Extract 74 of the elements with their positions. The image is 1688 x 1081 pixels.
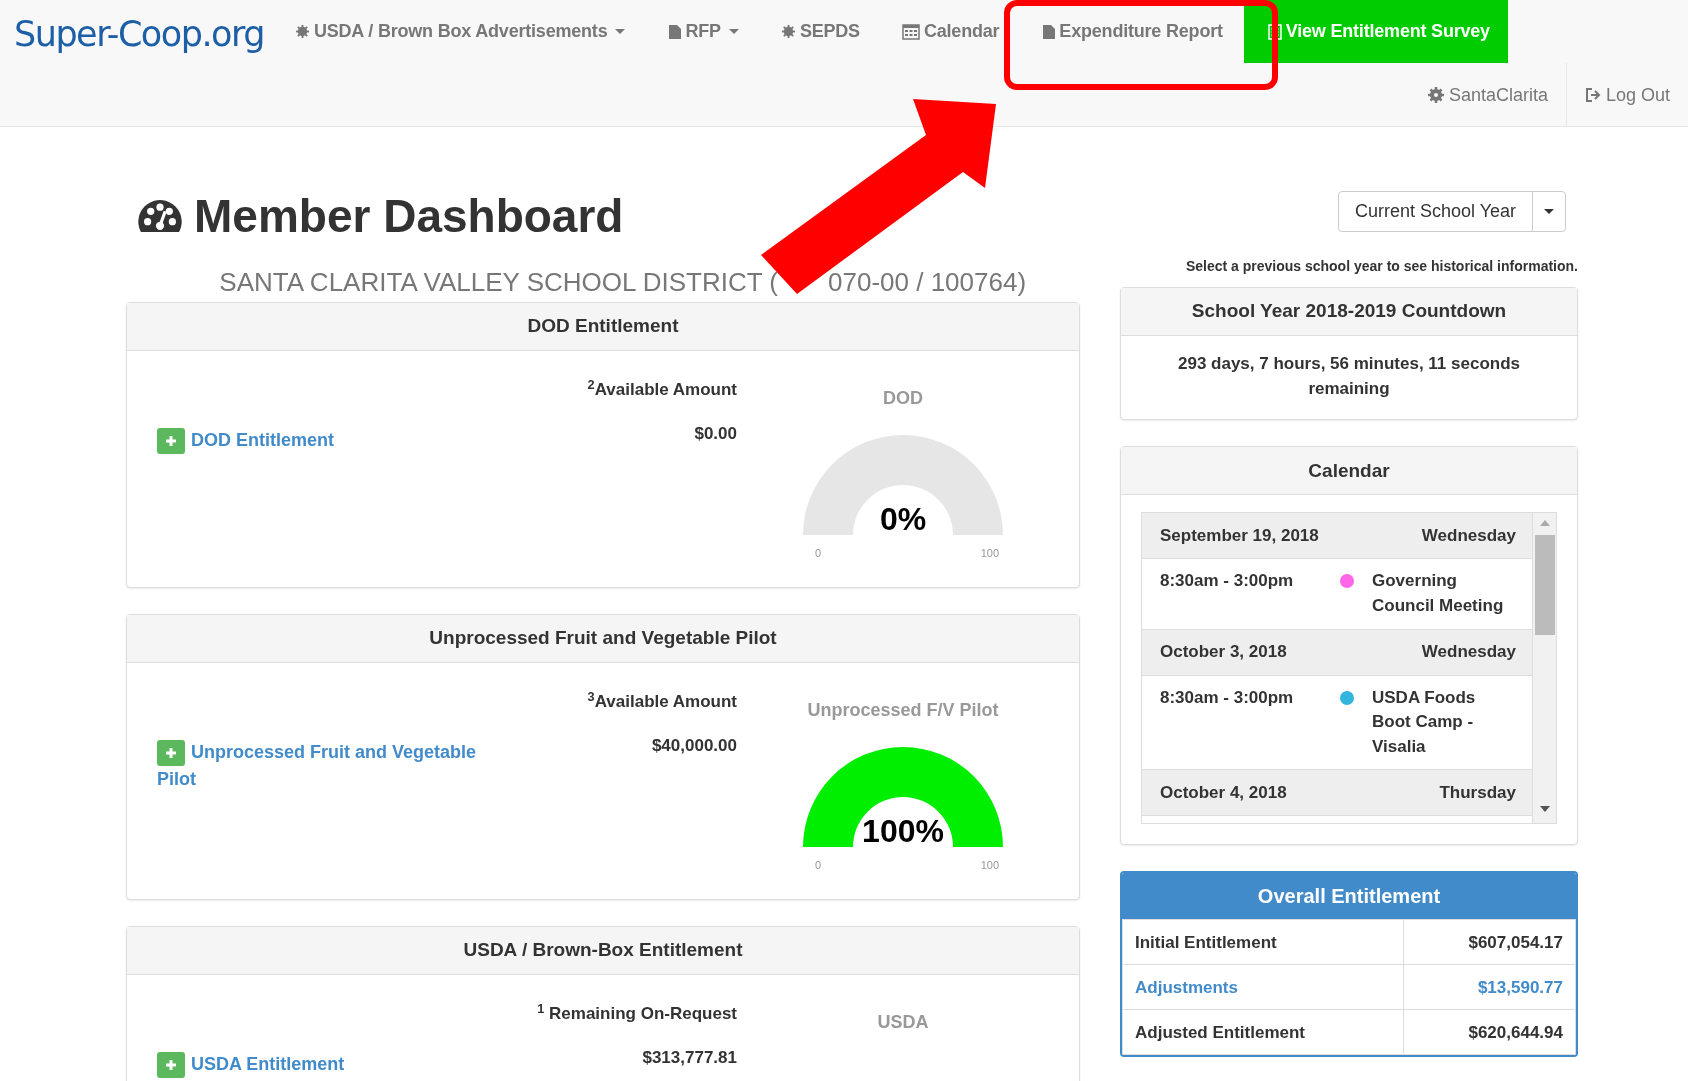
event-title: Governing Council Meeting: [1372, 570, 1505, 617]
badge-icon: [780, 24, 796, 39]
gauge-min: 0: [815, 545, 822, 561]
amount-value: $40,000.00: [651, 734, 737, 757]
panel-title: Unprocessed Fruit and Vegetable Pilot: [127, 615, 1079, 664]
scroll-down-icon: [1538, 805, 1551, 814]
hint-text: Select a previous school year to see historical information.: [1184, 257, 1578, 276]
amount-label: $^{2}$Available Amount: [587, 377, 737, 402]
day-date: October 4, 2018: [1160, 782, 1287, 805]
table-cell: Adjusted Entitlement: [1122, 1009, 1404, 1055]
day-weekday: Wednesday: [1421, 525, 1516, 548]
entitlement-link[interactable]: Unprocessed Fruit and Vegetable Pilot: [157, 739, 487, 793]
scroll-up-icon: [1538, 519, 1551, 528]
gauge-label: USDA: [877, 1011, 929, 1035]
entitlement-link[interactable]: USDA Entitlement: [157, 1051, 487, 1079]
panel-title: USDA / Brown-Box Entitlement: [127, 927, 1079, 976]
table-cell: $620,644.94: [1403, 1009, 1576, 1055]
gauge-label: Unprocessed F/V Pilot: [807, 699, 999, 723]
settings-icon: [1427, 87, 1444, 103]
gauge-max: 100: [980, 545, 999, 561]
panel-title: Overall Entitlement: [1122, 873, 1576, 920]
nav-link[interactable]: Log Out: [1565, 63, 1688, 127]
gauge-min: 0: [815, 857, 822, 873]
nav-link[interactable]: SEPDS: [759, 0, 881, 63]
scrollbar[interactable]: [1532, 513, 1556, 824]
table-cell: Initial Entitlement: [1122, 919, 1404, 965]
amount-value: $0.00: [694, 422, 737, 445]
panel-title: Calendar: [1121, 447, 1577, 496]
day-date: October 3, 2018: [1160, 641, 1287, 664]
gauge-value: 100%: [861, 814, 945, 847]
caret-icon: [615, 29, 626, 34]
caret-icon: [728, 29, 739, 34]
badge-icon: [294, 24, 310, 39]
nav-link[interactable]: SantaClarita: [1409, 63, 1566, 127]
document-icon: [667, 23, 682, 40]
adjustments-value-link[interactable]: $13,590.77: [1403, 964, 1576, 1010]
nav-link[interactable]: RFP: [646, 0, 760, 63]
countdown-text: 293 days, 7 hours, 56 minutes, 11 seconds remaining: [1176, 353, 1522, 400]
nav-link[interactable]: Expenditure Report: [1020, 0, 1244, 63]
day-weekday: Wednesday: [1421, 641, 1516, 664]
adjustments-link[interactable]: Adjustments: [1122, 964, 1404, 1010]
panel-title: DOD Entitlement: [127, 303, 1079, 352]
gauge-value: 0%: [878, 502, 928, 535]
scroll-thumb[interactable]: [1534, 535, 1555, 636]
event-title: USDA Foods Boot Camp - Visalia: [1372, 686, 1477, 758]
amount-value: $313,777.81: [642, 1046, 737, 1069]
day-weekday: Thursday: [1439, 782, 1516, 805]
table-cell: $607,054.17: [1403, 919, 1576, 965]
calendar-icon: [901, 23, 920, 40]
amount-label: $^{3}$Available Amount: [587, 689, 737, 714]
district-code: 070-00 / 100764): [828, 267, 1027, 297]
nav-link[interactable]: USDA / Brown Box Advertisements: [273, 0, 647, 63]
caret-icon: [1544, 209, 1554, 214]
site-logo[interactable]: Super-Coop.org: [14, 8, 264, 61]
nav-link[interactable]: View Entitlement Survey: [1243, 0, 1508, 63]
day-date: September 19, 2018: [1160, 525, 1319, 548]
amount-label: $^{1}$ Remaining On-Request: [537, 1001, 737, 1026]
document-icon: [1041, 23, 1056, 40]
gauge-max: 100: [980, 857, 999, 873]
event-time: 8:30am - 3:00pm: [1160, 570, 1295, 593]
panel-title: School Year 2018-2019 Countdown: [1121, 288, 1577, 336]
add-icon[interactable]: [157, 1052, 185, 1079]
school-year-dropdown[interactable]: Current School Year: [1337, 191, 1566, 232]
district-name: SANTA CLARITA VALLEY SCHOOL DISTRICT (: [219, 267, 778, 297]
add-icon[interactable]: [157, 740, 185, 767]
page-title: Member Dashboard: [194, 191, 624, 242]
logout-icon: [1584, 87, 1601, 103]
nav-link[interactable]: Calendar: [880, 0, 1021, 63]
add-icon[interactable]: [157, 428, 185, 455]
list-icon: [1267, 23, 1282, 40]
gauge-label: DOD: [883, 387, 923, 411]
event-time: 8:30am - 3:00pm: [1160, 686, 1295, 709]
entitlement-link[interactable]: DOD Entitlement: [157, 427, 487, 455]
dashboard-icon: [138, 200, 182, 233]
